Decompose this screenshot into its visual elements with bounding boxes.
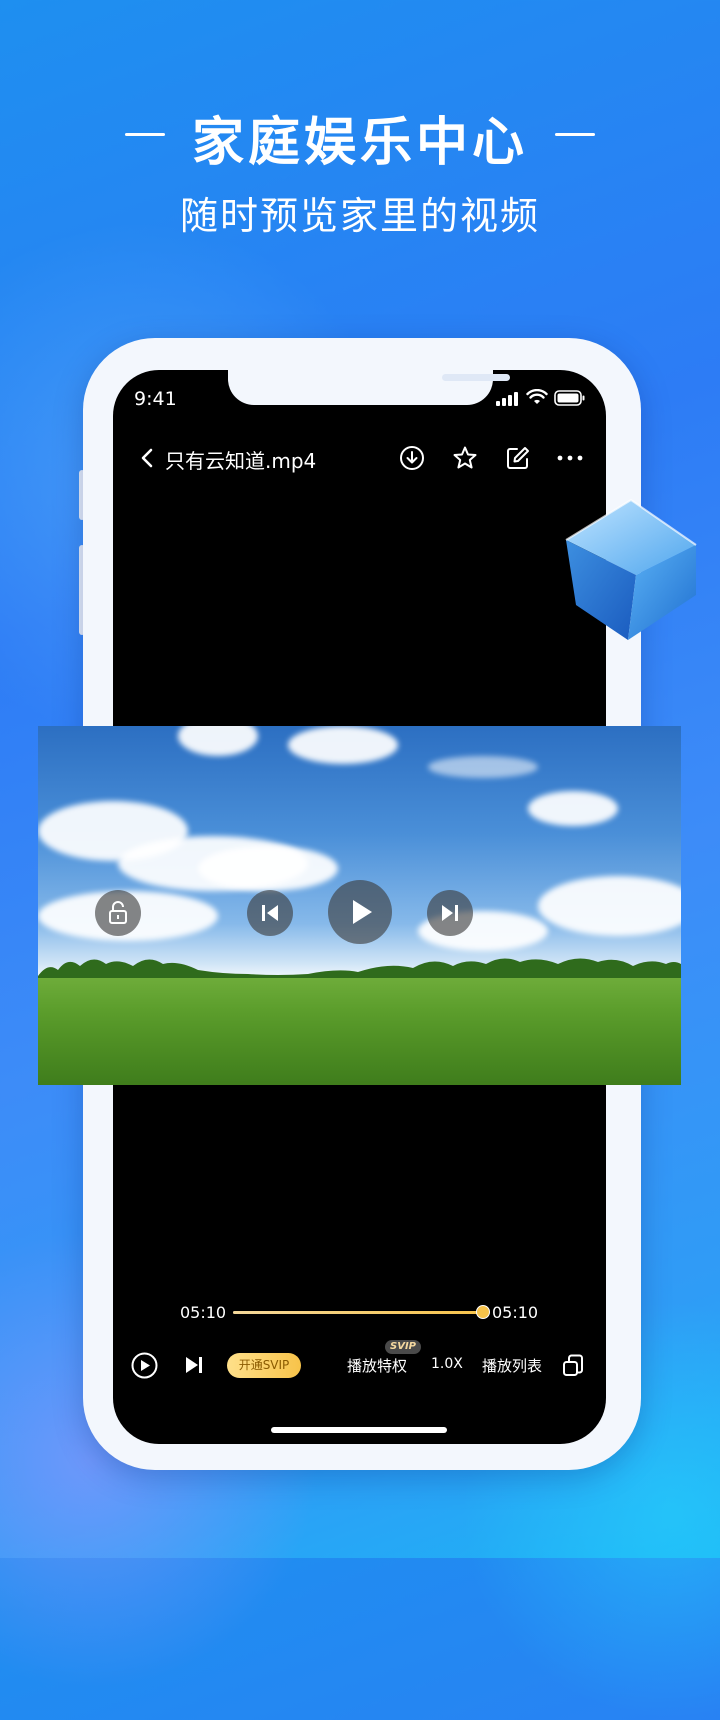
home-indicator [271,1427,447,1433]
playlist-button[interactable]: 播放列表 [482,1355,542,1376]
signal-icon [496,390,520,406]
chevron-left-icon[interactable] [135,444,163,472]
window-mode-icon[interactable] [562,1353,584,1377]
play-icon[interactable] [328,880,392,944]
player-bottom-bar: 开通SVIP SVIP 播放特权 1.0X 播放列表 [113,1340,606,1390]
next-track-icon[interactable] [183,1354,205,1376]
next-icon[interactable] [427,890,473,936]
play-icon[interactable] [131,1352,158,1379]
glass-cube-icon [565,498,697,640]
file-title: 只有云知道.mp4 [165,449,317,473]
tree-line [38,958,681,982]
edit-icon[interactable] [504,444,532,472]
progress-fill [233,1311,483,1314]
video-frame[interactable] [38,726,681,1085]
headline-dash-right [555,133,595,136]
progress-thumb-icon[interactable] [476,1305,490,1319]
current-time: 05:10 [180,1303,227,1322]
svip-upgrade-button[interactable]: 开通SVIP [227,1353,301,1378]
svip-badge: SVIP [385,1340,421,1354]
star-icon[interactable] [451,444,479,472]
promo-subheadline: 随时预览家里的视频 [179,194,540,238]
battery-icon [554,390,585,406]
status-time: 9:41 [134,388,177,410]
playback-privilege-button[interactable]: 播放特权 [347,1355,407,1376]
headline-text: 家庭娱乐中心 [191,113,528,173]
progress-track[interactable] [233,1305,490,1319]
previous-icon[interactable] [247,890,293,936]
unlock-icon[interactable] [95,890,141,936]
grass-field [38,978,681,1085]
playback-progress: 05:10 05:10 [113,1295,606,1325]
total-time: 05:10 [492,1303,539,1322]
status-icons [496,389,588,406]
phone-notch [228,370,510,405]
phone-speaker [442,374,510,381]
speed-button[interactable]: 1.0X [431,1356,463,1372]
download-icon[interactable] [398,444,426,472]
player-top-bar: 只有云知道.mp4 [113,440,606,476]
promo-headline: 家庭娱乐中心 [0,100,720,175]
wifi-icon [526,389,548,404]
more-icon[interactable] [556,444,584,472]
headline-dash-left [125,133,165,136]
